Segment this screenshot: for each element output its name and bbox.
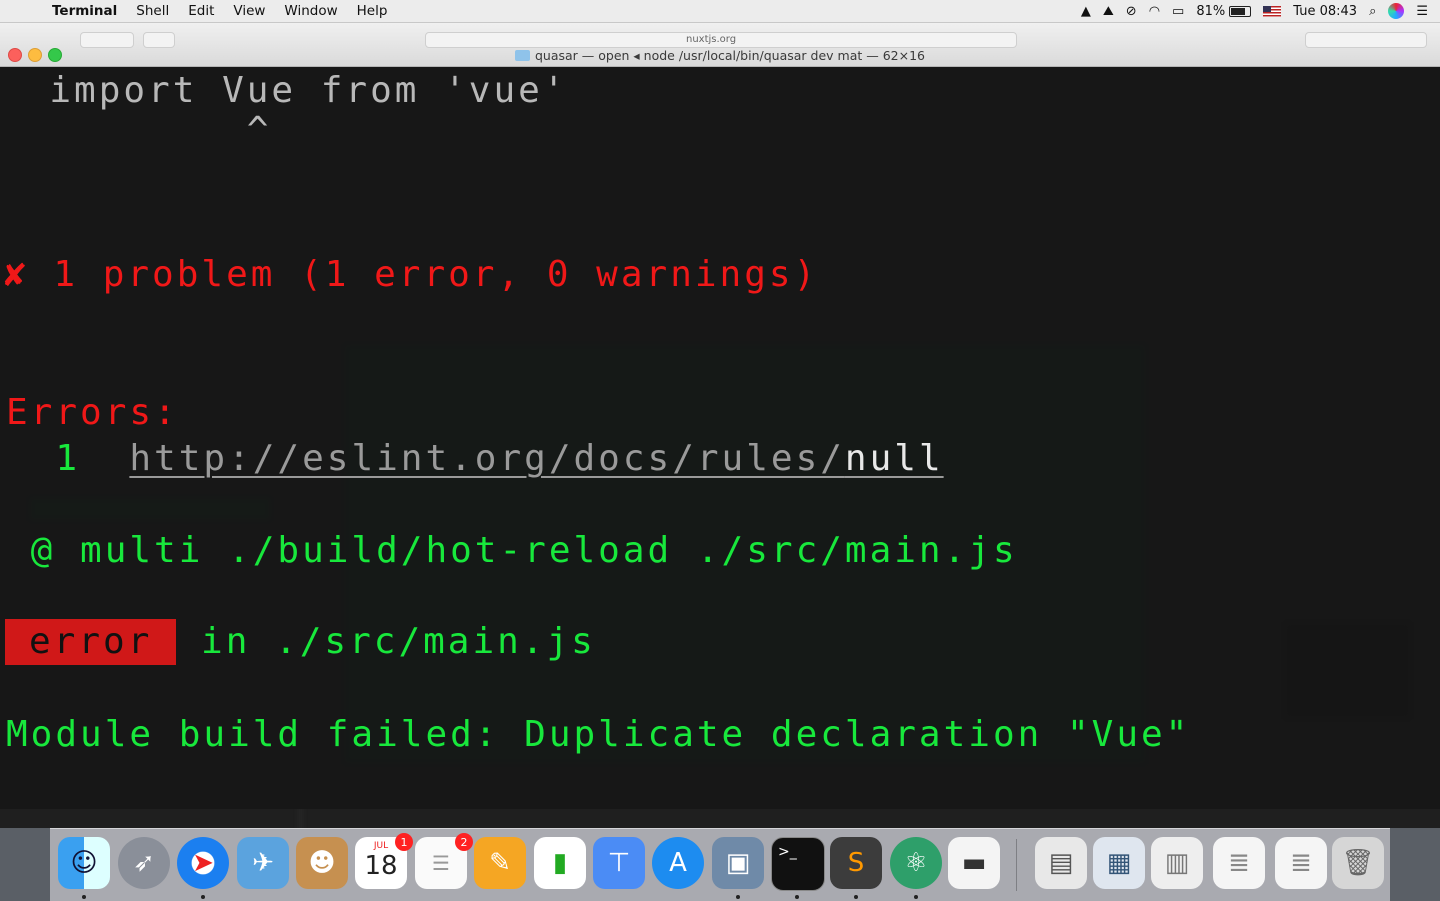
trash-icon[interactable]: 🗑: [1332, 837, 1384, 889]
running-indicator: [795, 895, 799, 899]
menu-app-name[interactable]: Terminal: [52, 3, 117, 19]
mail-icon[interactable]: ✈: [237, 837, 289, 889]
code-line: import Vue from 'vue': [0, 70, 568, 111]
app-store-icon[interactable]: A: [652, 837, 704, 889]
wifi-icon[interactable]: ◠: [1149, 4, 1160, 19]
atom-icon[interactable]: ⚛: [890, 837, 942, 889]
running-indicator: [914, 895, 918, 899]
running-indicator: [82, 895, 86, 899]
reminders-icon[interactable]: ☰ 2: [415, 833, 473, 889]
reminders-badge: 2: [455, 833, 473, 851]
safari-icon[interactable]: ➤: [177, 837, 229, 889]
siri-icon[interactable]: [1388, 3, 1405, 19]
menu-shell[interactable]: Shell: [136, 3, 169, 19]
user-icon[interactable]: ▲: [1081, 4, 1091, 19]
window-title-text: quasar — open ◂ node /usr/local/bin/quas…: [534, 48, 925, 63]
browser-tools-ghost: [1305, 32, 1427, 48]
sublime-text-icon[interactable]: S: [830, 837, 882, 889]
error-badge: error: [5, 619, 177, 665]
menubar: Terminal Shell Edit View Window Help ▲ ⛰…: [0, 0, 1440, 23]
dock: ☺ ➶ ➤ ✈ ☻ JUL 18 1 ☰ 2 ✎ ▮ ⊤ A ▣ >_ S ⚛ ▬…: [50, 828, 1390, 901]
browser-nav-ghost: [80, 32, 134, 48]
document-icon-2[interactable]: ≣: [1275, 837, 1327, 889]
error-entry: 1 http://eslint.org/docs/rules/null: [6, 439, 944, 479]
spotlight-search-icon[interactable]: ⌕: [1369, 4, 1376, 19]
numbers-icon[interactable]: ▮: [534, 837, 586, 889]
battery-status[interactable]: 81%: [1196, 3, 1252, 19]
calendar-icon[interactable]: JUL 18 1: [355, 833, 413, 889]
title-bar[interactable]: nuxtjs.org quasar — open ◂ node /usr/loc…: [0, 23, 1440, 67]
errors-header: Errors:: [6, 392, 179, 433]
terminal-icon[interactable]: >_: [771, 837, 825, 891]
error-caret: ^: [0, 110, 272, 151]
multi-entry: @ multi ./build/hot-reload ./src/main.js: [6, 530, 1018, 571]
window-title: quasar — open ◂ node /usr/local/bin/quas…: [0, 48, 1440, 63]
notification-center-icon[interactable]: ☰: [1416, 4, 1428, 19]
module-build-failed: Module build failed: Duplicate declarati…: [6, 714, 1191, 755]
running-indicator: [854, 895, 858, 899]
menu-help[interactable]: Help: [357, 3, 388, 19]
calendar-badge: 1: [395, 833, 413, 851]
running-indicator: [201, 895, 205, 899]
sync-icon[interactable]: ⊘: [1126, 4, 1137, 19]
error-count: 1: [6, 438, 130, 479]
error-location: error in ./src/main.js: [5, 619, 596, 665]
battery-percent: 81%: [1196, 3, 1226, 19]
contacts-icon[interactable]: ☻: [296, 837, 348, 889]
browser-url: nuxtjs.org: [686, 34, 737, 45]
clock[interactable]: Tue 08:43: [1293, 4, 1357, 19]
rule-url-base: http://eslint.org/docs/rules/: [129, 438, 845, 479]
preview-icon[interactable]: ▣: [712, 837, 764, 889]
problem-summary: ✘ 1 problem (1 error, 0 warnings): [4, 254, 819, 295]
dock-separator: [1016, 839, 1017, 891]
finder-icon[interactable]: ☺: [58, 837, 110, 889]
browser-sidebar-ghost: [143, 32, 175, 48]
menu-window[interactable]: Window: [284, 3, 337, 19]
error-file: in ./src/main.js: [176, 621, 596, 662]
calendar-day: 18: [364, 851, 398, 881]
drive-icon[interactable]: ⛰: [1103, 4, 1114, 19]
running-indicator: [736, 895, 740, 899]
folder-icon: [514, 50, 530, 61]
input-source-flag-icon[interactable]: [1263, 5, 1282, 17]
spreadsheet-icon[interactable]: ▥: [1151, 837, 1203, 889]
pages-icon[interactable]: ✎: [474, 837, 526, 889]
keynote-icon[interactable]: ⊤: [593, 837, 645, 889]
menu-edit[interactable]: Edit: [188, 3, 214, 19]
document-icon[interactable]: ≣: [1213, 837, 1265, 889]
menu-view[interactable]: View: [233, 3, 265, 19]
battery-icon: [1229, 5, 1252, 17]
screenshot-icon[interactable]: ▦: [1093, 837, 1145, 889]
status-menus: ▲ ⛰ ⊘ ◠ ▭ 81% Tue 08:43 ⌕ ☰: [1081, 0, 1440, 22]
airplay-icon[interactable]: ▭: [1172, 4, 1184, 19]
terminal-window: nuxtjs.org quasar — open ◂ node /usr/loc…: [0, 23, 1440, 809]
terminal-output[interactable]: import Vue from 'vue' ^ ✘ 1 problem (1 e…: [0, 67, 1440, 809]
app-icon[interactable]: ▬: [948, 837, 1000, 889]
rule-url-tail: null: [844, 438, 944, 479]
launchpad-icon[interactable]: ➶: [118, 837, 170, 889]
file-icon[interactable]: ▤: [1035, 837, 1087, 889]
eslint-rule-link[interactable]: http://eslint.org/docs/rules/null: [129, 438, 943, 479]
